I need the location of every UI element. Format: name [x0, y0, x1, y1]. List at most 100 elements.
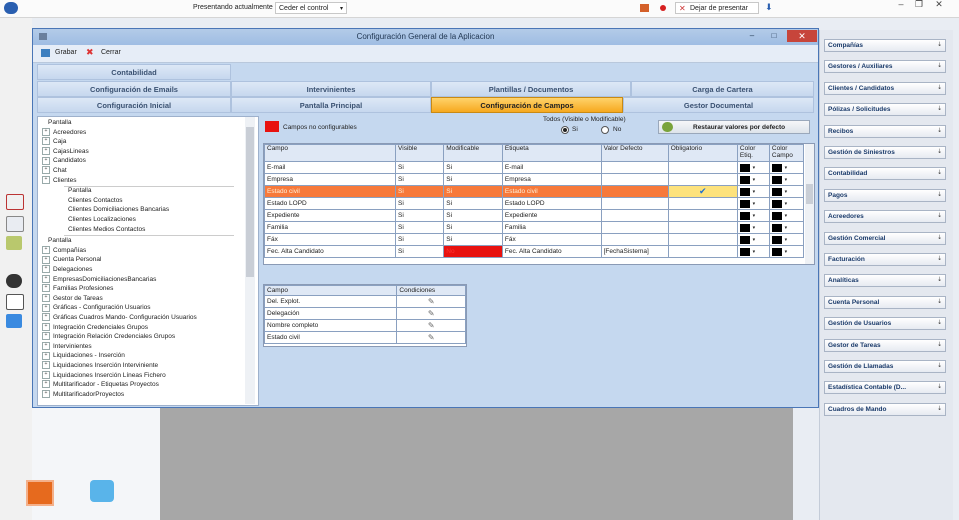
color-etiq-picker[interactable]: ▾: [736, 209, 770, 222]
tree-node[interactable]: + MultitarificadorProyectos: [42, 390, 124, 399]
cell-modificable[interactable]: Si: [443, 209, 503, 222]
column-header[interactable]: Campo: [264, 144, 397, 162]
cell-valor-defecto[interactable]: [600, 233, 669, 246]
tab-plantillas-documentos[interactable]: Plantillas / Documentos: [431, 81, 631, 97]
tree-node[interactable]: + EmpresasDomiciliacionesBancarias: [42, 274, 156, 284]
cell-obligatorio[interactable]: [667, 233, 738, 246]
expand-icon[interactable]: +: [42, 255, 50, 264]
document-icon[interactable]: [6, 294, 24, 310]
menu-item[interactable]: Analíticas ⇣: [824, 274, 946, 288]
maximize-icon[interactable]: ❐: [910, 0, 928, 10]
expand-icon[interactable]: +: [42, 370, 50, 379]
tree-node[interactable]: + Liquidaciones Inserción Interviniente: [42, 361, 158, 370]
tree-node[interactable]: + Intervinientes: [42, 342, 92, 351]
tree-node[interactable]: + Gráficas - Configuración Usuarios: [42, 303, 151, 312]
calendar-icon[interactable]: [6, 194, 24, 210]
cell-etiqueta[interactable]: Familia: [501, 221, 602, 234]
minimize-icon[interactable]: –: [892, 0, 910, 10]
expand-icon[interactable]: +: [42, 332, 50, 341]
toggle-no-radio[interactable]: [601, 126, 609, 134]
cell-obligatorio[interactable]: [667, 245, 738, 258]
menu-item[interactable]: Gestión de Siniestros ⇣: [824, 146, 946, 159]
menu-item[interactable]: Facturación ⇣: [824, 253, 946, 266]
conditions-grid[interactable]: Campo Condiciones Del. Explot. ✎ Delegación ✎…: [263, 284, 467, 347]
tree-node[interactable]: + Gráficas Cuadros Mando- Configuración U…: [42, 313, 197, 322]
cell-etiqueta[interactable]: Expediente: [501, 209, 602, 222]
menu-item[interactable]: Clientes / Candidatos ⇣: [824, 81, 946, 95]
cell-visible[interactable]: Si: [395, 161, 445, 174]
table-row[interactable]: Familia Si Si Familia ▾ ▾: [264, 221, 805, 234]
menu-item[interactable]: Gestores / Auxiliares ⇣: [824, 60, 946, 74]
menu-item[interactable]: Gestor de Tareas ⇣: [824, 338, 946, 352]
color-etiq-picker[interactable]: ▾: [736, 173, 770, 186]
cell-valor-defecto[interactable]: [600, 161, 669, 174]
scroll-thumb[interactable]: [806, 184, 813, 204]
cell-etiqueta[interactable]: Fec. Alta Candidato: [501, 245, 602, 258]
color-campo-picker[interactable]: ▾: [768, 245, 805, 258]
cell-modificable[interactable]: Si: [443, 221, 503, 234]
expand-icon[interactable]: +: [42, 156, 50, 165]
cell-campo[interactable]: Familia: [264, 221, 397, 234]
cell-valor-defecto[interactable]: [600, 185, 669, 198]
table-row[interactable]: Estado civil ✎: [264, 331, 466, 344]
menu-item[interactable]: Gestión de Usuarios ⇣: [824, 317, 946, 331]
cell-etiqueta[interactable]: Estado LOPD: [501, 197, 602, 210]
cell-valor-defecto[interactable]: [600, 221, 669, 234]
folder-icon[interactable]: [6, 236, 22, 250]
expand-icon[interactable]: +: [42, 313, 50, 322]
menu-item[interactable]: Estadística Contable (D... ⇣: [824, 381, 946, 395]
cell-visible[interactable]: Si: [395, 233, 445, 246]
tree-node[interactable]: + Clientes: [42, 175, 76, 185]
graduation-icon[interactable]: [6, 274, 22, 288]
expand-icon[interactable]: +: [42, 342, 50, 351]
menu-item[interactable]: Pagos ⇣: [824, 188, 946, 202]
tree-node[interactable]: + Delegaciones: [42, 265, 92, 274]
table-row[interactable]: Estado LOPD Si Si Estado LOPD ▾ ▾: [264, 197, 805, 210]
tree-scrollbar[interactable]: [245, 117, 255, 404]
cell-obligatorio[interactable]: ✔: [667, 185, 738, 198]
tree-node[interactable]: + CajasLineas: [42, 147, 89, 156]
cell-visible[interactable]: Si: [395, 173, 445, 186]
users-icon[interactable]: [6, 314, 22, 328]
twitter-icon[interactable]: [90, 480, 114, 502]
color-campo-picker[interactable]: ▾: [768, 209, 805, 222]
cell-obligatorio[interactable]: [667, 221, 738, 234]
color-etiq-picker[interactable]: ▾: [736, 185, 770, 198]
tree-node[interactable]: + Integración Relación Credenciales Grupo…: [42, 332, 175, 341]
cell-valor-defecto[interactable]: [FechaSistema]: [600, 245, 669, 258]
tree-node[interactable]: + Acreedores: [42, 127, 86, 137]
cell-modificable[interactable]: Si: [443, 161, 503, 174]
edit-conditions-button[interactable]: ✎: [396, 295, 466, 308]
expand-icon[interactable]: +: [42, 175, 50, 184]
expand-icon[interactable]: +: [42, 303, 50, 312]
column-header[interactable]: Color Etiq.: [736, 144, 770, 162]
menu-item[interactable]: Acreedores ⇣: [824, 210, 946, 224]
tab-configuraci-n-inicial[interactable]: Configuración Inicial: [37, 97, 231, 113]
edit-conditions-button[interactable]: ✎: [396, 319, 466, 332]
table-row[interactable]: E-mail Si Si E-mail ▾ ▾: [264, 161, 805, 174]
color-campo-picker[interactable]: ▾: [768, 185, 805, 198]
tree-node[interactable]: + Candidatos: [42, 156, 86, 165]
color-etiq-picker[interactable]: ▾: [736, 245, 770, 258]
table-row[interactable]: Nombre completo ✎: [264, 319, 466, 332]
restore-defaults-button[interactable]: Restaurar valores por defecto: [658, 120, 810, 134]
column-header[interactable]: Campo: [264, 285, 398, 296]
tab-gestor-documental[interactable]: Gestor Documental: [623, 97, 814, 113]
color-campo-picker[interactable]: ▾: [768, 221, 805, 234]
color-etiq-picker[interactable]: ▾: [736, 221, 770, 234]
minimize-icon[interactable]: –: [745, 31, 759, 42]
color-campo-picker[interactable]: ▾: [768, 197, 805, 210]
menu-item[interactable]: Pólizas / Solicitudes ⇣: [824, 103, 946, 117]
color-campo-picker[interactable]: ▾: [768, 161, 805, 174]
cell-valor-defecto[interactable]: [600, 173, 669, 186]
close-icon[interactable]: ✕: [787, 30, 817, 42]
expand-icon[interactable]: +: [42, 265, 50, 274]
cell-campo[interactable]: Fec. Alta Candidato: [264, 245, 397, 258]
cell-modificable[interactable]: Si: [443, 185, 503, 198]
fields-grid[interactable]: Campo Visible Modificable Etiqueta Valor Def…: [263, 143, 815, 265]
menu-item[interactable]: Gestión Comercial ⇣: [824, 231, 946, 245]
expand-icon[interactable]: +: [42, 166, 50, 175]
menu-item[interactable]: Contabilidad ⇣: [824, 167, 946, 181]
tree-node[interactable]: + Liquidaciones - Inserción: [42, 351, 125, 360]
menu-item[interactable]: Gestión de Llamadas ⇣: [824, 360, 946, 373]
